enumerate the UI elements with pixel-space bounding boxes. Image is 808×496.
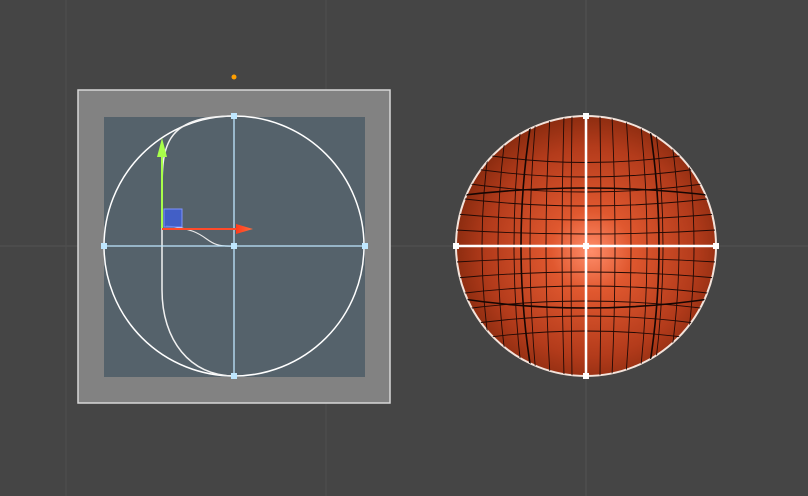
pivot-dot-icon[interactable]	[231, 74, 237, 80]
sphere-left-handle[interactable]	[453, 243, 459, 249]
sphere-top-handle[interactable]	[583, 113, 589, 119]
left-guide-handle[interactable]	[101, 243, 107, 249]
scene-canvas[interactable]	[0, 0, 808, 496]
sphere-object[interactable]	[453, 113, 719, 379]
sphere-center-handle[interactable]	[583, 243, 589, 249]
left-sprite-object[interactable]	[77, 89, 391, 404]
scene-viewport[interactable]	[0, 0, 808, 496]
sphere-bottom-handle[interactable]	[583, 373, 589, 379]
top-guide-handle[interactable]	[231, 113, 237, 119]
center-guide-handle[interactable]	[231, 243, 237, 249]
bottom-guide-handle[interactable]	[231, 373, 237, 379]
xy-plane-handle[interactable]	[163, 208, 183, 228]
right-guide-handle[interactable]	[362, 243, 368, 249]
sphere-right-handle[interactable]	[713, 243, 719, 249]
